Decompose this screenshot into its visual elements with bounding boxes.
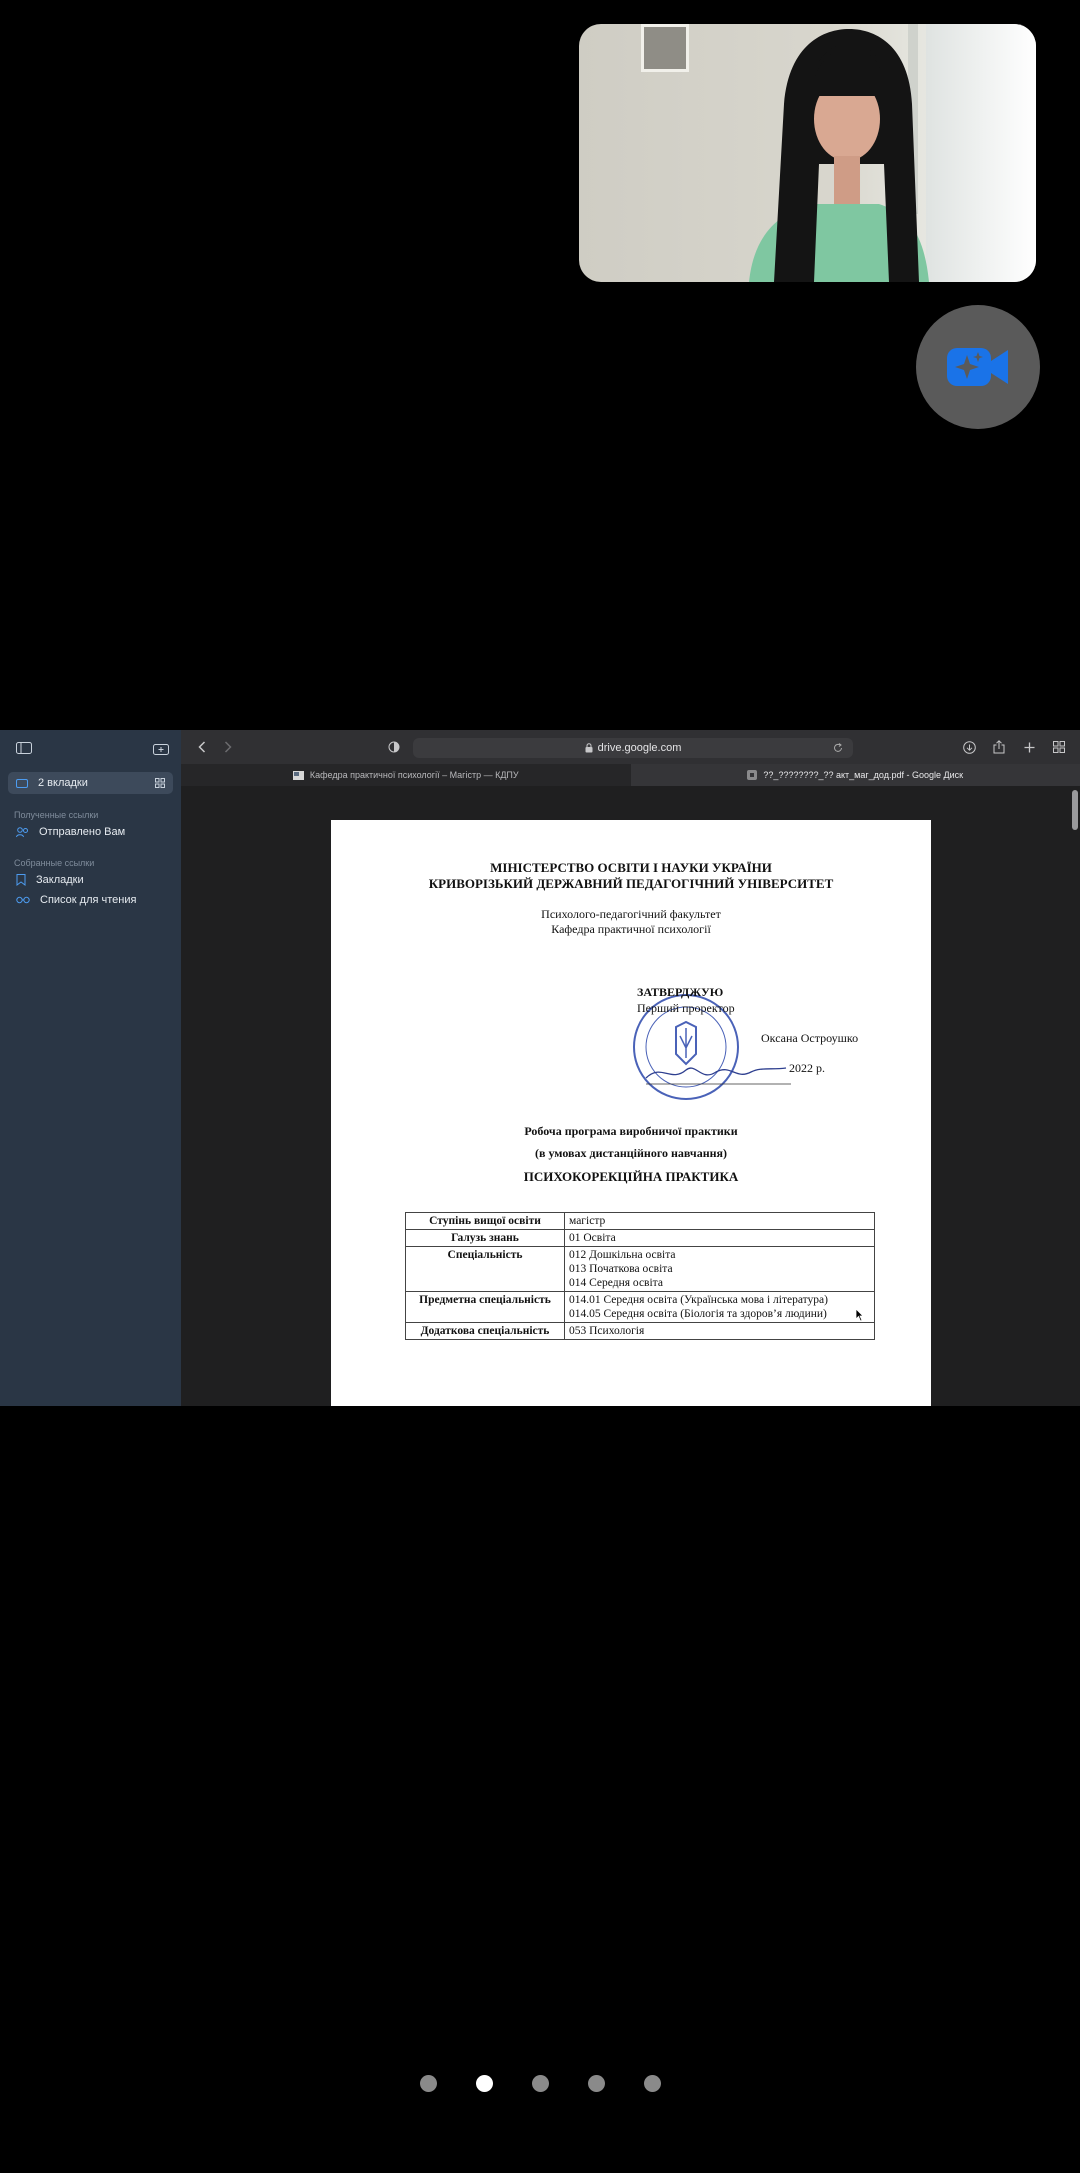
approval-year: 2022 р. [789,1061,825,1075]
table-value: 053 Психологія [564,1322,875,1340]
faculty-text: Психолого-педагогічний факультет [541,907,721,921]
program-title-2: (в умовах дистанційного навчання) [534,1146,728,1160]
chevron-right-icon [224,741,232,753]
sent-to-you-label: Отправлено Вам [39,826,126,838]
table-key: Галузь знань [405,1229,565,1247]
tab-google-drive[interactable]: ??_????????_?? акт_маг_дод.pdf - Google … [630,764,1080,786]
share-button[interactable] [986,734,1012,760]
approval-block: ЗАТВЕРДЖУЮ Перший проректор Оксана Остро… [637,984,858,1076]
browser-sidebar: 2 вкладки Полученные ссылки Отправлено В… [0,730,181,1406]
shared-screen: 2 вкладки Полученные ссылки Отправлено В… [0,730,1080,1406]
program-info-table: Ступінь вищої освіти магістр Галузь знан… [405,1212,875,1340]
share-icon [993,740,1005,754]
table-row: Ступінь вищої освіти магістр [405,1212,875,1230]
scrollbar-thumb[interactable] [1072,790,1078,830]
sidebar-item-tabs[interactable]: 2 вкладки [8,772,173,794]
table-row: Предметна спеціальність 014.01 Середня о… [405,1291,875,1323]
tabs-label: 2 вкладки [38,777,88,789]
sidebar-item-sent-to-you[interactable]: Отправлено Вам [0,822,181,842]
page-dot[interactable] [643,2075,661,2092]
pdf-favicon-icon [747,770,758,780]
page-dot[interactable] [419,2075,437,2092]
tabs-icon [16,779,28,788]
page-indicator [0,2075,1080,2092]
table-value: магістр [564,1212,875,1230]
address-text: drive.google.com [597,742,682,754]
tab-overview-button[interactable] [1046,734,1072,760]
mouse-cursor-icon [855,1308,864,1322]
sidebar-item-bookmarks[interactable]: Закладки [0,870,181,890]
table-row: Спеціальність 012 Дошкільна освіта 013 П… [405,1246,875,1292]
page-dot-active[interactable] [475,2075,493,2092]
people-icon [16,826,28,837]
table-row: Додаткова спеціальність 053 Психологія [405,1322,875,1340]
downloads-button[interactable] [956,734,982,760]
participant-video-tile[interactable] [579,24,1036,282]
lock-icon [585,743,593,753]
browser-toolbar: drive.google.com [181,730,1080,764]
table-row: Галузь знань 01 Освіта [405,1229,875,1247]
grid-icon [155,778,165,788]
ministry-heading: МІНІСТЕРСТВО ОСВІТИ І НАУКИ УКРАЇНИ [490,860,772,875]
tab-overview-icon [1053,741,1065,753]
approve-heading: ЗАТВЕРДЖУЮ [637,985,724,999]
tab-kafedra[interactable]: Кафедра практичної психології – Магістр … [181,764,631,786]
table-key: Спеціальність [405,1246,565,1292]
table-key: Предметна спеціальність [405,1291,565,1323]
tab-bar: Кафедра практичної психології – Магістр … [181,764,1080,786]
site-favicon-icon [292,770,304,780]
program-title-1: Робоча програма виробничої практики [524,1124,738,1138]
program-title-3: ПСИХОКОРЕКЦІЙНА ПРАКТИКА [523,1169,739,1184]
privacy-shield-button[interactable] [381,734,407,760]
sidebar-toggle-icon[interactable] [16,742,32,754]
bookmarks-label: Закладки [36,874,84,886]
download-icon [962,740,976,754]
university-heading: КРИВОРІЗЬКИЙ ДЕРЖАВНИЙ ПЕДАГОГІЧНИЙ УНІВ… [428,876,834,891]
camera-effects-button[interactable] [916,305,1040,429]
video-camera-sparkle-icon [947,348,1008,386]
tab-title: Кафедра практичної психології – Магістр … [309,770,519,780]
new-tab-button[interactable] [1016,734,1042,760]
sidebar-item-reading-list[interactable]: Список для чтения [0,890,181,910]
reload-icon[interactable] [833,743,843,753]
address-bar[interactable]: drive.google.com [413,738,853,758]
new-tab-group-icon[interactable] [153,742,169,755]
table-value: 012 Дошкільна освіта 013 Початкова освіт… [564,1246,875,1292]
shield-icon [388,741,400,753]
page-dot[interactable] [531,2075,549,2092]
section-collected-links: Собранные ссылки [14,858,95,868]
approver-role: Перший проректор [637,1001,735,1015]
table-key: Додаткова спеціальність [405,1322,565,1340]
plus-icon [1024,742,1034,752]
table-key: Ступінь вищої освіти [405,1212,565,1230]
reading-list-label: Список для чтения [40,894,137,906]
pdf-viewer[interactable]: МІНІСТЕРСТВО ОСВІТИ І НАУКИ УКРАЇНИ КРИВ… [181,786,1080,1406]
pdf-page: МІНІСТЕРСТВО ОСВІТИ І НАУКИ УКРАЇНИ КРИВ… [331,820,931,1406]
forward-button[interactable] [215,734,241,760]
department-text: Кафедра практичної психології [551,922,711,936]
table-value: 014.01 Середня освіта (Українська мова і… [564,1291,875,1323]
tab-title: ??_????????_?? акт_маг_дод.pdf - Google … [763,770,964,780]
back-button[interactable] [189,734,215,760]
glasses-icon [16,896,30,904]
chevron-left-icon [198,741,206,753]
page-dot[interactable] [587,2075,605,2092]
browser-main: drive.google.com Кафедра практичної псих… [181,730,1080,1406]
table-value: 01 Освіта [564,1229,875,1247]
section-received-links: Полученные ссылки [14,810,99,820]
participant-silhouette [749,29,929,282]
bookmark-icon [16,874,26,886]
approver-name: Оксана Остроушко [761,1031,859,1045]
